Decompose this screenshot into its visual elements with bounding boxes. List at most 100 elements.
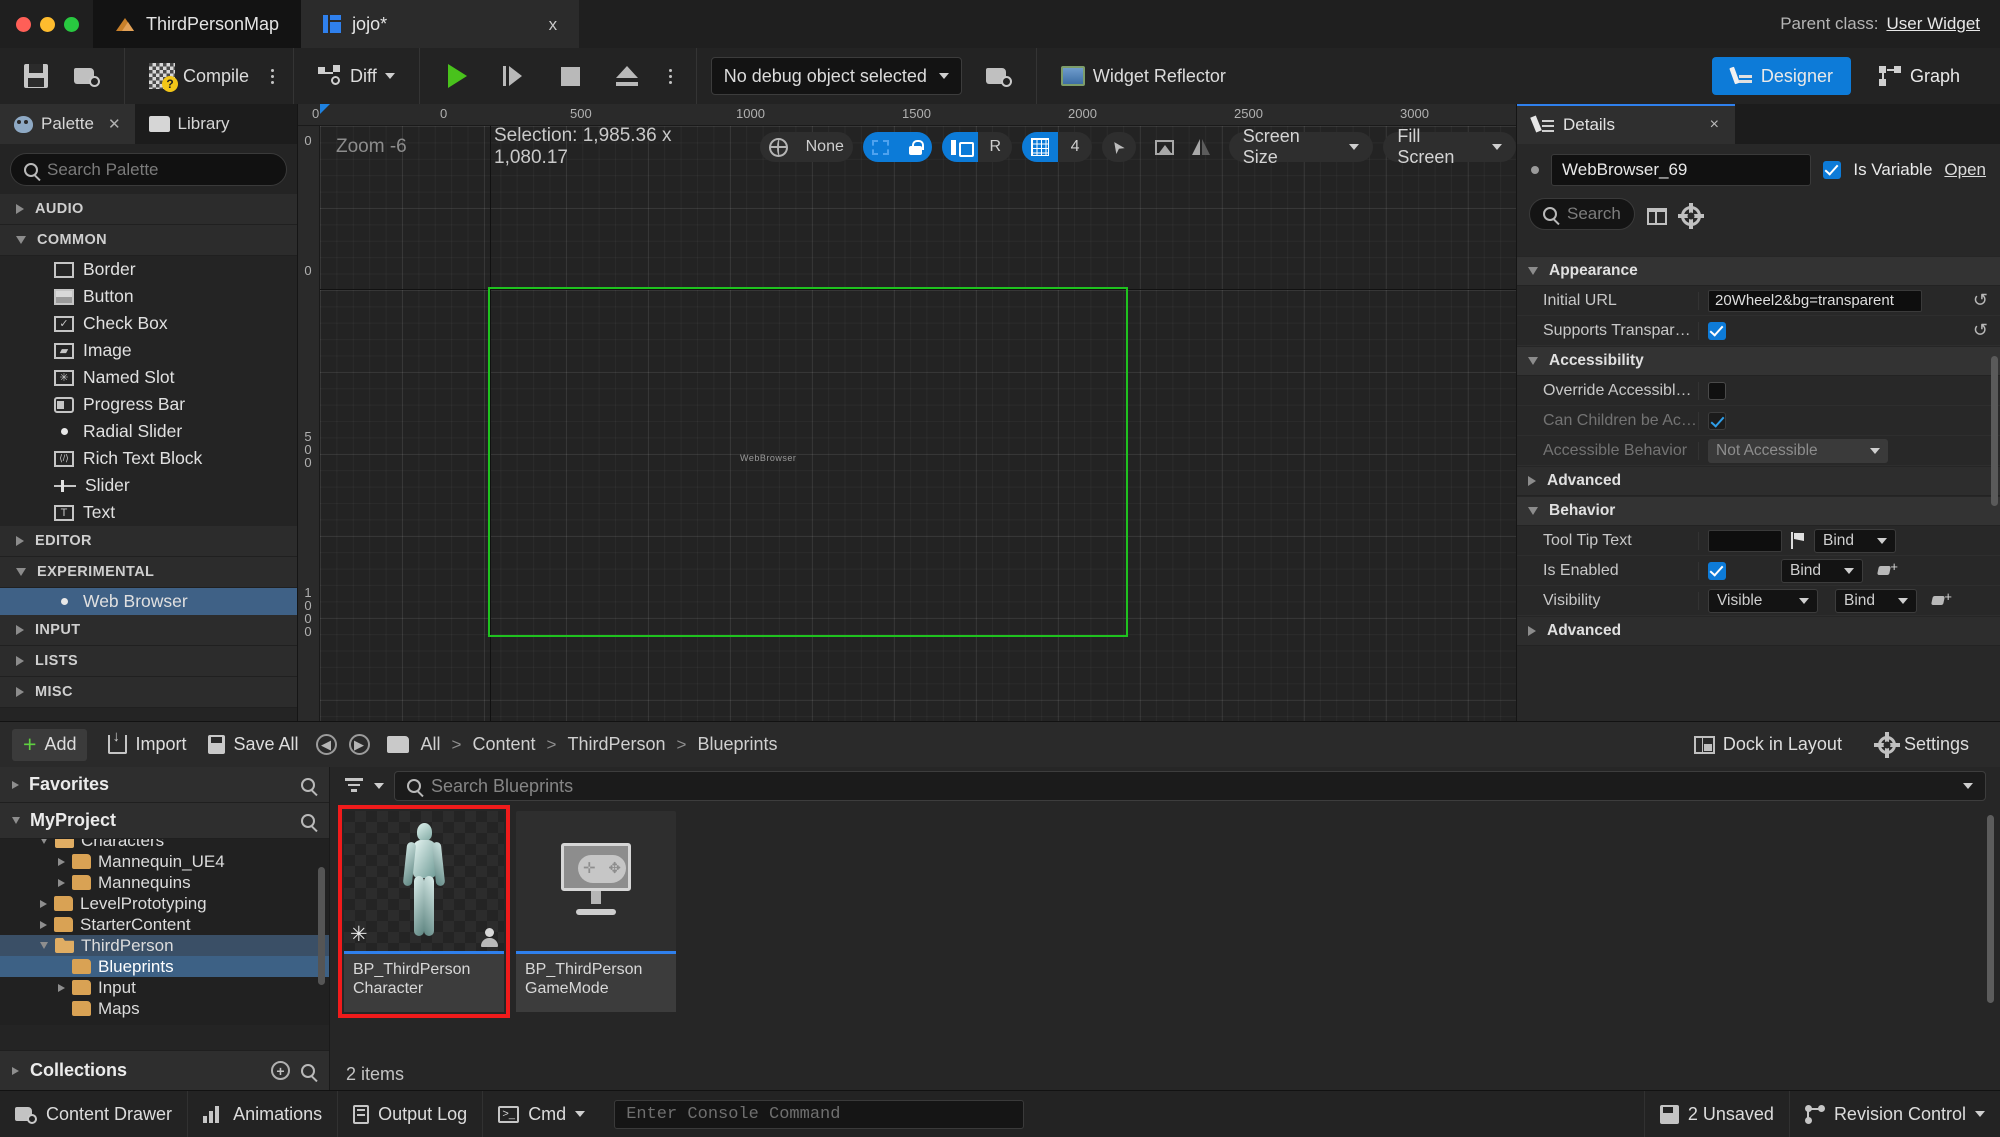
lock-toggle[interactable] [897, 132, 932, 162]
visibility-bind-select[interactable]: Bind [1835, 588, 1917, 613]
maximize-window-button[interactable] [64, 16, 79, 32]
tab-third-person-map[interactable]: ThirdPersonMap [93, 0, 302, 48]
tab-graph[interactable]: Graph [1861, 57, 1978, 95]
is-enabled-checkbox[interactable] [1708, 561, 1726, 580]
animations-button[interactable]: Animations [188, 1090, 339, 1137]
dash-lock-group[interactable] [862, 132, 932, 162]
search-icon[interactable] [301, 777, 315, 792]
stop-button[interactable] [551, 56, 590, 96]
revert-icon[interactable]: ↺ [1973, 320, 1988, 341]
console-command-input[interactable]: Enter Console Command [614, 1099, 1025, 1129]
project-header[interactable]: MyProject [0, 803, 329, 839]
window-controls[interactable] [0, 0, 93, 48]
designer-viewport[interactable]: 0 0 500 1000 1500 2000 2500 3000 0 0 500… [298, 104, 1517, 721]
asset-tile-bp-thirdperson-character[interactable]: ✳ BP_ThirdPerson Character [338, 805, 510, 1018]
nav-forward-button[interactable]: ▶ [343, 729, 376, 761]
grid-snap-group[interactable]: 4 [1022, 132, 1093, 162]
close-tab-button[interactable]: x [489, 16, 558, 33]
palette-search-input[interactable]: Search Palette [10, 153, 287, 186]
tree-node-levelprototyping[interactable]: LevelPrototyping [0, 893, 329, 914]
table-view-icon[interactable] [1646, 207, 1667, 225]
breadcrumb-all[interactable]: All [417, 734, 445, 755]
tab-details[interactable]: Details × [1517, 104, 1735, 144]
revert-icon[interactable]: ↺ [1973, 290, 1988, 311]
asset-scrollbar[interactable] [1987, 815, 1994, 1003]
compile-options-button[interactable] [265, 68, 279, 84]
is-variable-checkbox[interactable] [1823, 161, 1842, 179]
breadcrumb-blueprints[interactable]: Blueprints [693, 734, 781, 755]
tree-node-startercontent[interactable]: StarterContent [0, 914, 329, 935]
palette-item-radial-slider[interactable]: Radial Slider [0, 418, 297, 445]
mirror-button[interactable] [1183, 132, 1219, 162]
supports-transparency-checkbox[interactable] [1708, 321, 1726, 340]
play-button[interactable] [438, 56, 477, 96]
select-tool-button[interactable] [1102, 132, 1136, 162]
tree-node-mannequins[interactable]: Mannequins [0, 872, 329, 893]
tree-node-thirdperson[interactable]: ThirdPerson [0, 935, 329, 956]
breadcrumb-third-person[interactable]: ThirdPerson [563, 734, 669, 755]
asset-tile-bp-thirdperson-gamemode[interactable]: BP_ThirdPerson GameMode [516, 811, 676, 1012]
add-binding-icon[interactable] [1878, 559, 1898, 579]
palette-category-lists[interactable]: LISTS [0, 646, 297, 677]
palette-category-experimental[interactable]: EXPERIMENTAL [0, 557, 297, 588]
save-button[interactable] [14, 56, 58, 96]
eject-button[interactable] [606, 56, 648, 96]
tab-widget-jojo[interactable]: jojo* x [301, 0, 580, 48]
unsaved-button[interactable]: 2 Unsaved [1643, 1090, 1790, 1137]
outline-image-button[interactable] [1146, 132, 1183, 162]
details-search-input[interactable]: Search [1529, 198, 1635, 230]
parent-class-value[interactable]: User Widget [1886, 14, 1980, 34]
breadcrumb-content[interactable]: Content [468, 734, 539, 755]
flag-icon[interactable] [1791, 532, 1805, 549]
anchor-toggle[interactable] [941, 132, 979, 162]
palette-item-check-box[interactable]: ✓ Check Box [0, 310, 297, 337]
filter-icon[interactable] [344, 778, 364, 794]
section-advanced-accessibility[interactable]: Advanced [1517, 466, 2000, 496]
palette-item-named-slot[interactable]: ✳ Named Slot [0, 364, 297, 391]
palette-item-border[interactable]: Border [0, 256, 297, 283]
asset-search-input[interactable]: Search Blueprints [394, 771, 1986, 801]
collections-header[interactable]: Collections + [0, 1050, 329, 1090]
design-canvas[interactable]: WebBrowser [320, 126, 1516, 721]
import-button[interactable]: Import [97, 728, 197, 761]
localization-toggle[interactable]: None [759, 132, 853, 162]
screen-size-select[interactable]: Screen Size [1228, 126, 1374, 167]
grid-size-value[interactable]: 4 [1058, 132, 1092, 162]
image-tool-group[interactable] [1146, 132, 1219, 162]
palette-item-button[interactable]: Button [0, 283, 297, 310]
close-icon[interactable]: ✕ [108, 115, 121, 133]
tree-scrollbar[interactable] [318, 867, 325, 985]
save-all-button[interactable]: Save All [197, 729, 309, 761]
debug-object-select[interactable]: No debug object selected [710, 57, 962, 95]
palette-item-progress-bar[interactable]: Progress Bar [0, 391, 297, 418]
minimize-window-button[interactable] [40, 16, 55, 32]
tool-tip-text-input[interactable] [1708, 529, 1782, 552]
palette-category-editor[interactable]: EDITOR [0, 526, 297, 557]
tree-node-characters[interactable]: Characters [0, 839, 329, 851]
anchor-rotation-group[interactable]: R [941, 132, 1013, 162]
content-drawer-button[interactable]: Content Drawer [0, 1090, 189, 1137]
revision-control-button[interactable]: Revision Control [1790, 1091, 2000, 1137]
search-icon[interactable] [301, 813, 315, 828]
browse-button[interactable] [64, 56, 110, 96]
tab-designer[interactable]: Designer [1711, 57, 1851, 95]
palette-category-input[interactable]: INPUT [0, 615, 297, 646]
tab-palette[interactable]: Palette ✕ [0, 104, 135, 144]
skip-button[interactable] [493, 56, 535, 96]
content-settings-button[interactable]: Settings [1867, 729, 1980, 761]
palette-item-web-browser[interactable]: Web Browser [0, 588, 297, 615]
section-accessibility[interactable]: Accessibility [1517, 346, 2000, 376]
palette-category-misc[interactable]: MISC [0, 677, 297, 708]
grid-toggle[interactable] [1022, 132, 1059, 162]
chevron-down-icon[interactable] [374, 783, 384, 789]
section-appearance[interactable]: Appearance [1517, 256, 2000, 286]
play-options-button[interactable] [664, 68, 678, 84]
rotation-toggle[interactable]: R [978, 132, 1012, 162]
visibility-select[interactable]: Visible [1708, 588, 1818, 613]
tree-node-blueprints[interactable]: Blueprints [0, 956, 329, 977]
favorites-header[interactable]: Favorites [0, 767, 329, 803]
tool-tip-bind-select[interactable]: Bind [1814, 528, 1896, 553]
chevron-down-icon[interactable] [1963, 783, 1973, 789]
diff-button[interactable]: Diff [308, 56, 405, 96]
palette-item-slider[interactable]: Slider [0, 472, 297, 499]
